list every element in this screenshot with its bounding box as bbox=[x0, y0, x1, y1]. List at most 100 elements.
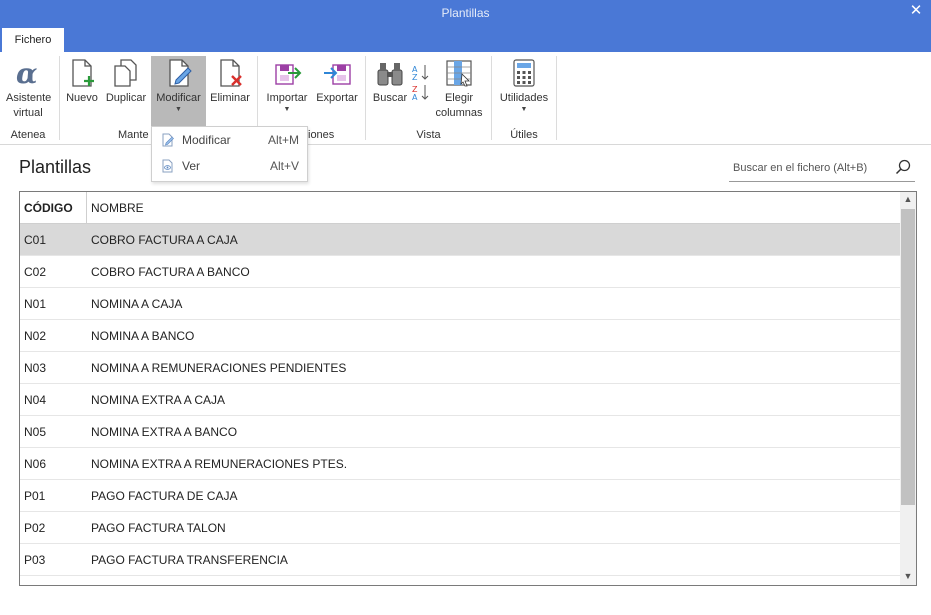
cell-nombre: PAGO FACTURA DE CAJA bbox=[91, 489, 238, 503]
modificar-label: Modificar bbox=[156, 92, 201, 104]
menu-item-shortcut: Alt+M bbox=[267, 133, 299, 147]
scroll-down-icon[interactable]: ▼ bbox=[900, 571, 916, 583]
buscar-label: Buscar bbox=[372, 92, 408, 104]
group-label-acciones: iones bbox=[308, 129, 335, 141]
buscar-button[interactable]: Buscar bbox=[370, 56, 410, 126]
column-header-codigo[interactable]: CÓDIGO bbox=[24, 192, 86, 224]
import-icon bbox=[275, 64, 302, 85]
ribbon-tab-row: Fichero bbox=[0, 26, 931, 52]
svg-text:Z: Z bbox=[412, 73, 418, 82]
cell-codigo: N05 bbox=[24, 425, 47, 439]
cell-nombre: NOMINA A BANCO bbox=[91, 329, 195, 343]
close-icon[interactable]: ✕ bbox=[907, 0, 925, 26]
group-label-atenea: Atenea bbox=[10, 129, 46, 141]
cell-codigo: N02 bbox=[24, 329, 47, 343]
chevron-down-icon: ▼ bbox=[520, 106, 528, 113]
nuevo-button[interactable]: Nuevo bbox=[63, 56, 101, 126]
scroll-up-icon[interactable]: ▲ bbox=[900, 194, 916, 206]
cell-codigo: C02 bbox=[24, 265, 47, 279]
elegir-columnas-button[interactable]: Elegir columnas bbox=[432, 56, 486, 126]
export-icon bbox=[324, 64, 351, 85]
vertical-scrollbar[interactable]: ▲ ▼ bbox=[900, 192, 916, 585]
table-row[interactable]: C02 COBRO FACTURA A BANCO bbox=[20, 256, 900, 288]
new-document-icon bbox=[72, 59, 94, 87]
tab-fichero[interactable]: Fichero bbox=[2, 28, 64, 52]
templates-table: CÓDIGO NOMBRE C01 COBRO FACTURA A CAJA C02… bbox=[19, 191, 917, 586]
group-label-vista: Vista bbox=[416, 129, 441, 141]
group-label-utiles: Útiles bbox=[510, 129, 538, 141]
group-separator bbox=[365, 56, 366, 140]
table-row[interactable]: C01 COBRO FACTURA A CAJA bbox=[20, 224, 900, 256]
sort-az-icon: A Z Z A bbox=[412, 65, 429, 102]
cell-codigo: C01 bbox=[24, 233, 47, 247]
modificar-dropdown-menu: Modificar Alt+M Ver Alt+V bbox=[151, 126, 308, 182]
svg-text:α: α bbox=[16, 58, 38, 88]
table-header: CÓDIGO NOMBRE bbox=[20, 192, 900, 224]
chevron-down-icon: ▼ bbox=[175, 106, 182, 113]
duplicate-icon bbox=[114, 59, 137, 87]
cell-nombre: NOMINA A CAJA bbox=[91, 297, 183, 311]
cell-nombre: COBRO FACTURA A CAJA bbox=[91, 233, 238, 247]
search-box bbox=[729, 154, 915, 182]
cell-codigo: N06 bbox=[24, 457, 47, 471]
cell-codigo: N03 bbox=[24, 361, 47, 375]
duplicar-button[interactable]: Duplicar bbox=[103, 56, 149, 126]
ribbon: α Asistente virtual Nuevo Duplicar Modif… bbox=[0, 52, 931, 145]
cell-nombre: NOMINA EXTRA A CAJA bbox=[91, 393, 226, 407]
utilidades-label: Utilidades bbox=[499, 92, 549, 104]
columns-icon bbox=[446, 60, 472, 87]
menu-item-shortcut: Alt+V bbox=[269, 159, 299, 173]
cell-codigo: P03 bbox=[24, 553, 46, 567]
cell-nombre: PAGO FACTURA TRANSFERENCIA bbox=[91, 553, 288, 567]
svg-text:A: A bbox=[412, 93, 418, 102]
column-header-nombre[interactable]: NOMBRE bbox=[91, 192, 144, 224]
asistente-label: Asistente virtual bbox=[6, 92, 52, 119]
edit-document-icon bbox=[168, 59, 192, 87]
edit-document-icon bbox=[162, 133, 174, 147]
eliminar-label: Eliminar bbox=[210, 92, 250, 104]
utilidades-button[interactable]: Utilidades ▼ bbox=[496, 56, 552, 126]
group-separator bbox=[59, 56, 60, 140]
search-icon[interactable] bbox=[895, 159, 911, 175]
cell-nombre: PAGO FACTURA TALON bbox=[91, 521, 226, 535]
menu-item-ver[interactable]: Ver Alt+V bbox=[152, 153, 307, 179]
table-row[interactable]: P03 PAGO FACTURA TRANSFERENCIA bbox=[20, 544, 900, 576]
window-title: Plantillas bbox=[441, 6, 490, 20]
eliminar-button[interactable]: Eliminar bbox=[208, 56, 252, 126]
importar-label: Importar bbox=[266, 92, 308, 104]
cell-codigo: P02 bbox=[24, 521, 46, 535]
cell-codigo: N01 bbox=[24, 297, 47, 311]
cell-nombre: NOMINA EXTRA A BANCO bbox=[91, 425, 238, 439]
table-row[interactable]: N03 NOMINA A REMUNERACIONES PENDIENTES bbox=[20, 352, 900, 384]
table-row[interactable]: P01 PAGO FACTURA DE CAJA bbox=[20, 480, 900, 512]
exportar-label: Exportar bbox=[316, 92, 358, 104]
menu-item-modificar[interactable]: Modificar Alt+M bbox=[152, 127, 307, 153]
group-separator bbox=[491, 56, 492, 140]
table-row[interactable]: N04 NOMINA EXTRA A CAJA bbox=[20, 384, 900, 416]
cell-codigo: P01 bbox=[24, 489, 46, 503]
asistente-virtual-button[interactable]: α Asistente virtual bbox=[2, 56, 54, 126]
table-row[interactable]: P02 PAGO FACTURA TALON bbox=[20, 512, 900, 544]
column-divider[interactable] bbox=[86, 192, 87, 224]
table-row[interactable]: N05 NOMINA EXTRA A BANCO bbox=[20, 416, 900, 448]
title-bar: Plantillas ✕ bbox=[0, 0, 931, 26]
calculator-icon bbox=[513, 59, 535, 87]
nuevo-label: Nuevo bbox=[66, 92, 98, 104]
table-row[interactable]: N02 NOMINA A BANCO bbox=[20, 320, 900, 352]
menu-item-label: Ver bbox=[182, 159, 201, 173]
sort-button[interactable]: A Z Z A bbox=[410, 56, 432, 126]
view-document-icon bbox=[162, 159, 173, 173]
table-row[interactable]: N06 NOMINA EXTRA A REMUNERACIONES PTES. bbox=[20, 448, 900, 480]
menu-item-label: Modificar bbox=[182, 133, 231, 147]
table-row[interactable]: N01 NOMINA A CAJA bbox=[20, 288, 900, 320]
cell-nombre: NOMINA A REMUNERACIONES PENDIENTES bbox=[91, 361, 347, 375]
cell-nombre: COBRO FACTURA A BANCO bbox=[91, 265, 250, 279]
scrollbar-thumb[interactable] bbox=[901, 209, 915, 505]
exportar-button[interactable]: Exportar bbox=[314, 56, 360, 126]
elegir-columnas-label: Elegir columnas bbox=[435, 92, 483, 119]
modificar-button[interactable]: Modificar ▼ bbox=[151, 56, 206, 128]
importar-button[interactable]: Importar ▼ bbox=[262, 56, 312, 126]
search-input[interactable] bbox=[733, 159, 883, 177]
delete-document-icon bbox=[220, 59, 242, 87]
alpha-icon: α bbox=[16, 58, 38, 88]
